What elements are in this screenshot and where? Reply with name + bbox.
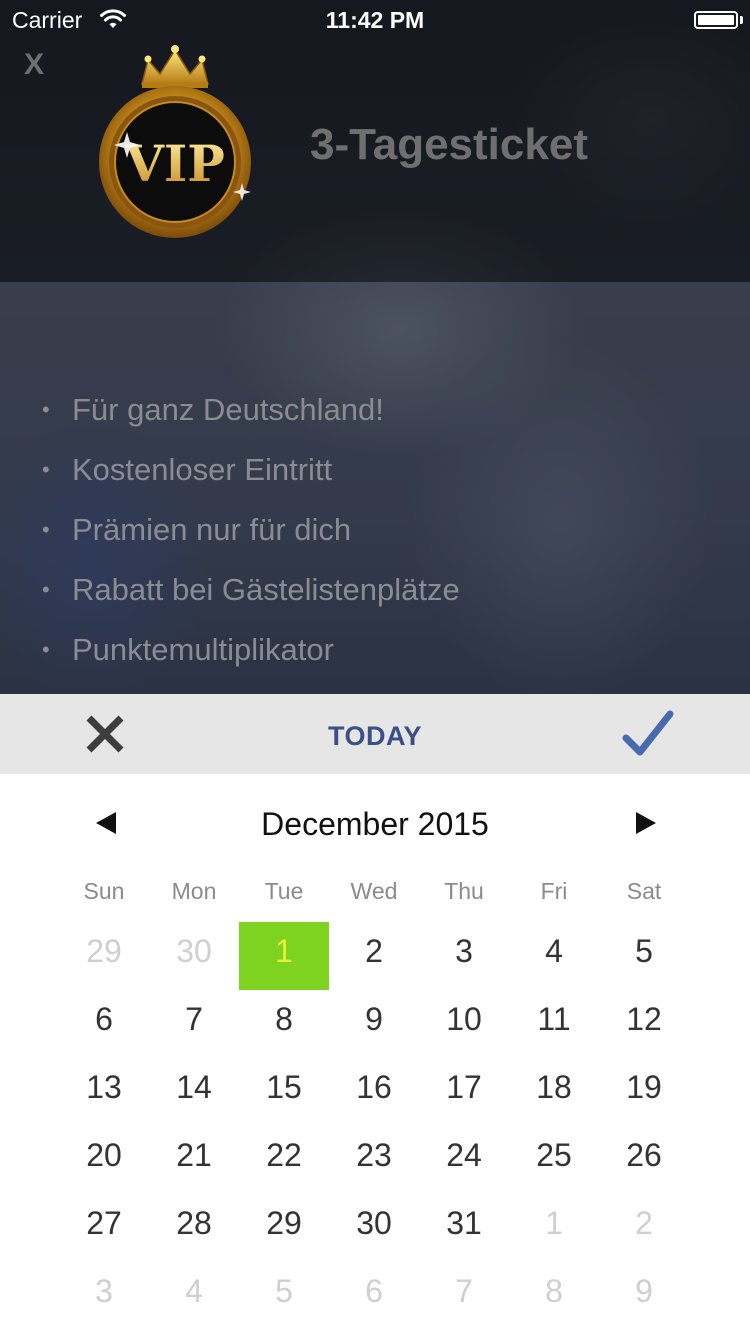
weekday-header: Sun Mon Tue Wed Thu Fri Sat bbox=[59, 878, 689, 905]
day-cell[interactable]: 5 bbox=[599, 922, 689, 990]
date-picker-toolbar: TODAY bbox=[0, 694, 750, 774]
weekday-label: Tue bbox=[264, 878, 304, 904]
adjacent-month-day-cell[interactable]: 4 bbox=[149, 1262, 239, 1330]
day-cell[interactable]: 7 bbox=[149, 990, 239, 1058]
status-bar: Carrier 11:42 PM bbox=[0, 0, 750, 40]
feature-list: • Für ganz Deutschland! • Kostenloser Eint… bbox=[42, 380, 460, 680]
day-cell[interactable]: 13 bbox=[59, 1058, 149, 1126]
adjacent-month-day-cell[interactable]: 2 bbox=[599, 1194, 689, 1262]
list-item: • Für ganz Deutschland! bbox=[42, 380, 460, 440]
list-item: • Punktemultiplikator bbox=[42, 620, 460, 680]
screen: Carrier 11:42 PM X VIP 3-Tagesticket • F… bbox=[0, 0, 750, 1334]
day-grid: 29 30 1 2 3 4 5 6 7 8 9 10 11 12 13 14 15 16 17 18 19 20 21 22 2… bbox=[59, 922, 689, 1330]
adjacent-month-day-cell[interactable]: 5 bbox=[239, 1262, 329, 1330]
close-button[interactable]: X bbox=[24, 50, 50, 80]
day-cell[interactable]: 10 bbox=[419, 990, 509, 1058]
day-cell[interactable]: 25 bbox=[509, 1126, 599, 1194]
adjacent-month-day-cell[interactable]: 8 bbox=[509, 1262, 599, 1330]
calendar-week-row: 3456789 bbox=[59, 1262, 689, 1330]
ticket-title: 3-Tagesticket bbox=[310, 120, 588, 169]
day-cell[interactable]: 23 bbox=[329, 1126, 419, 1194]
list-item: • Rabatt bei Gästelistenplätze bbox=[42, 560, 460, 620]
day-cell[interactable]: 2 bbox=[329, 922, 419, 990]
list-item: • Prämien nur für dich bbox=[42, 500, 460, 560]
adjacent-month-day-cell[interactable]: 9 bbox=[599, 1262, 689, 1330]
day-cell[interactable]: 22 bbox=[239, 1126, 329, 1194]
day-cell[interactable]: 14 bbox=[149, 1058, 239, 1126]
day-cell[interactable]: 16 bbox=[329, 1058, 419, 1126]
calendar: December 2015 Sun Mon Tue Wed Thu Fri Sa… bbox=[0, 774, 750, 1334]
day-cell[interactable]: 26 bbox=[599, 1126, 689, 1194]
adjacent-month-day-cell[interactable]: 30 bbox=[149, 922, 239, 990]
weekday-label: Thu bbox=[444, 878, 484, 904]
day-cell[interactable]: 24 bbox=[419, 1126, 509, 1194]
weekday-label: Sun bbox=[83, 878, 125, 904]
svg-text:VIP: VIP bbox=[124, 134, 225, 193]
today-button[interactable]: TODAY bbox=[328, 721, 422, 751]
day-cell[interactable]: 12 bbox=[599, 990, 689, 1058]
day-cell[interactable]: 31 bbox=[419, 1194, 509, 1262]
weekday-label: Fri bbox=[540, 878, 568, 904]
clock: 11:42 PM bbox=[325, 7, 425, 33]
day-cell[interactable]: 27 bbox=[59, 1194, 149, 1262]
vip-crown-logo: VIP bbox=[99, 45, 251, 238]
bullet: • bbox=[42, 637, 50, 662]
feature-text: Prämien nur für dich bbox=[72, 512, 352, 547]
battery-icon bbox=[694, 11, 738, 29]
day-cell[interactable]: 30 bbox=[329, 1194, 419, 1262]
adjacent-month-day-cell[interactable]: 6 bbox=[329, 1262, 419, 1330]
calendar-week-row: 27 28 29 30 31 1 2 bbox=[59, 1194, 689, 1262]
calendar-week-row: 29 30 1 2 3 4 5 bbox=[59, 922, 689, 990]
next-month-icon[interactable] bbox=[634, 810, 658, 836]
selected-day-cell[interactable]: 1 bbox=[239, 922, 329, 990]
day-cell[interactable]: 17 bbox=[419, 1058, 509, 1126]
day-cell[interactable]: 29 bbox=[239, 1194, 329, 1262]
weekday-label: Wed bbox=[350, 878, 398, 904]
calendar-week-row: 20 21 22 23 24 25 26 bbox=[59, 1126, 689, 1194]
day-cell[interactable]: 4 bbox=[509, 922, 599, 990]
battery-tip bbox=[740, 16, 743, 24]
day-cell[interactable]: 9 bbox=[329, 990, 419, 1058]
calendar-week-row: 13 14 15 16 17 18 19 bbox=[59, 1058, 689, 1126]
adjacent-month-day-cell[interactable]: 7 bbox=[419, 1262, 509, 1330]
bullet: • bbox=[42, 577, 50, 602]
feature-text: Rabatt bei Gästelistenplätze bbox=[72, 572, 460, 607]
adjacent-month-day-cell[interactable]: 1 bbox=[509, 1194, 599, 1262]
day-cell[interactable]: 11 bbox=[509, 990, 599, 1058]
feature-text: Für ganz Deutschland! bbox=[72, 392, 384, 427]
weekday-label: Sat bbox=[626, 878, 662, 904]
list-item: • Kostenloser Eintritt bbox=[42, 440, 460, 500]
day-cell[interactable]: 21 bbox=[149, 1126, 239, 1194]
day-cell[interactable]: 20 bbox=[59, 1126, 149, 1194]
adjacent-month-day-cell[interactable]: 29 bbox=[59, 922, 149, 990]
bullet: • bbox=[42, 457, 50, 482]
checkmark-icon[interactable] bbox=[620, 708, 676, 758]
adjacent-month-day-cell[interactable]: 3 bbox=[59, 1262, 149, 1330]
bullet: • bbox=[42, 397, 50, 422]
day-cell[interactable]: 15 bbox=[239, 1058, 329, 1126]
day-cell[interactable]: 18 bbox=[509, 1058, 599, 1126]
feature-text: Kostenloser Eintritt bbox=[72, 452, 333, 487]
bullet: • bbox=[42, 517, 50, 542]
day-cell[interactable]: 6 bbox=[59, 990, 149, 1058]
weekday-label: Mon bbox=[171, 878, 217, 904]
day-cell[interactable]: 3 bbox=[419, 922, 509, 990]
day-cell[interactable]: 8 bbox=[239, 990, 329, 1058]
calendar-week-row: 6 7 8 9 10 11 12 bbox=[59, 990, 689, 1058]
day-cell[interactable]: 28 bbox=[149, 1194, 239, 1262]
feature-text: Punktemultiplikator bbox=[72, 632, 334, 667]
day-cell[interactable]: 19 bbox=[599, 1058, 689, 1126]
